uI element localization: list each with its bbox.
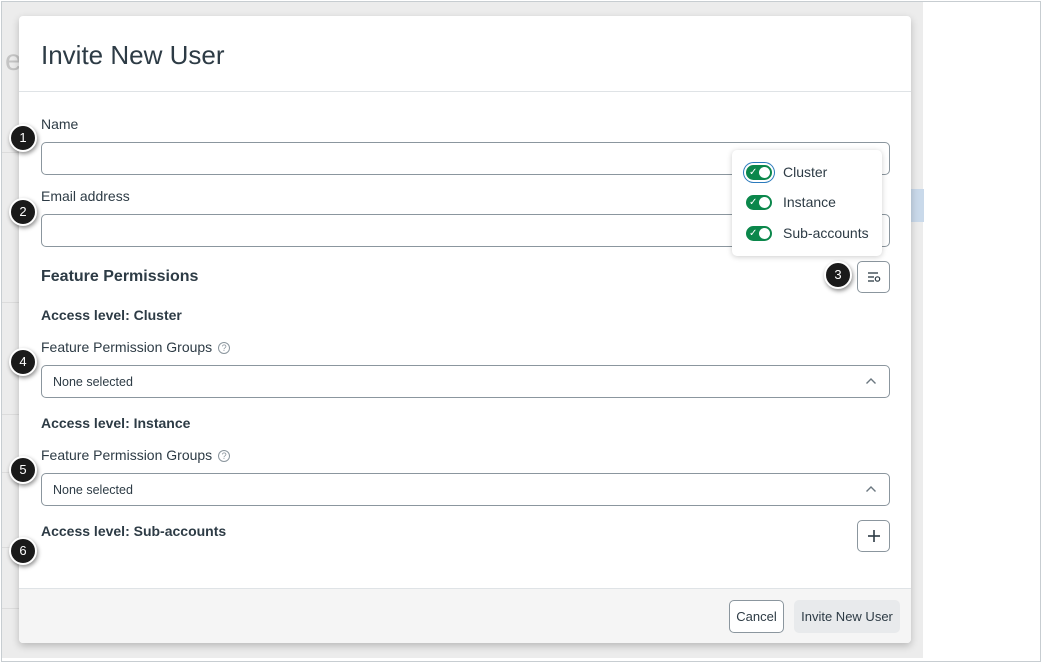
cluster-permission-groups-label: Feature Permission Groups? <box>41 339 231 355</box>
callout-5: 5 <box>9 456 37 484</box>
instance-permission-groups-select[interactable]: None selected <box>41 473 890 506</box>
check-icon: ✓ <box>749 196 758 208</box>
instance-toggle-label: Instance <box>783 194 836 210</box>
modal-header: Invite New User <box>19 16 911 92</box>
toggle-row-subaccounts[interactable]: ✓ Sub-accounts <box>746 223 869 243</box>
callout-3: 3 <box>824 261 852 289</box>
access-level-subaccounts-title: Access level: Sub-accounts <box>41 523 227 539</box>
instance-permission-groups-text: Feature Permission Groups <box>41 447 213 463</box>
chevron-up-icon <box>866 486 876 492</box>
access-level-cluster-title: Access level: Cluster <box>41 307 182 323</box>
help-circle-icon[interactable]: ? <box>218 450 231 462</box>
plus-icon <box>868 530 880 542</box>
instance-toggle[interactable]: ✓ <box>746 194 772 210</box>
callout-2: 2 <box>9 198 37 226</box>
add-subaccount-button[interactable] <box>857 520 890 552</box>
callout-4: 4 <box>9 348 37 376</box>
help-circle-icon[interactable]: ? <box>218 342 231 354</box>
cluster-toggle[interactable]: ✓ <box>746 164 772 180</box>
access-level-toggle-popover: ✓ Cluster ✓ Instance ✓ Sub-accounts <box>732 150 882 256</box>
filter-settings-icon <box>868 272 881 282</box>
cluster-permission-groups-text: Feature Permission Groups <box>41 339 213 355</box>
invite-new-user-button[interactable]: Invite New User <box>794 600 900 633</box>
name-label: Name <box>41 116 79 132</box>
access-level-instance-title: Access level: Instance <box>41 415 191 431</box>
toggle-knob <box>759 166 770 178</box>
check-icon: ✓ <box>749 166 758 178</box>
check-icon: ✓ <box>749 227 758 239</box>
cancel-button[interactable]: Cancel <box>729 600 784 633</box>
modal-footer: Cancel Invite New User <box>19 588 911 643</box>
toggle-row-cluster[interactable]: ✓ Cluster <box>746 162 827 182</box>
toggle-knob <box>759 227 770 239</box>
callout-6: 6 <box>9 537 37 565</box>
email-label: Email address <box>41 188 130 204</box>
toggle-row-instance[interactable]: ✓ Instance <box>746 192 836 212</box>
chevron-up-icon <box>866 378 876 384</box>
cluster-select-value: None selected <box>53 375 133 389</box>
access-level-filter-button[interactable] <box>857 261 890 293</box>
toggle-knob <box>759 196 770 208</box>
modal-title: Invite New User <box>41 40 225 70</box>
subaccounts-toggle[interactable]: ✓ <box>746 225 772 241</box>
instance-select-value: None selected <box>53 483 133 497</box>
callout-1: 1 <box>9 124 37 152</box>
instance-permission-groups-label: Feature Permission Groups? <box>41 447 231 463</box>
invite-user-modal: Invite New User Name Email address Featu… <box>19 16 911 643</box>
cluster-permission-groups-select[interactable]: None selected <box>41 365 890 398</box>
subaccounts-toggle-label: Sub-accounts <box>783 225 869 241</box>
cluster-toggle-label: Cluster <box>783 164 828 180</box>
feature-permissions-title: Feature Permissions <box>41 268 199 285</box>
